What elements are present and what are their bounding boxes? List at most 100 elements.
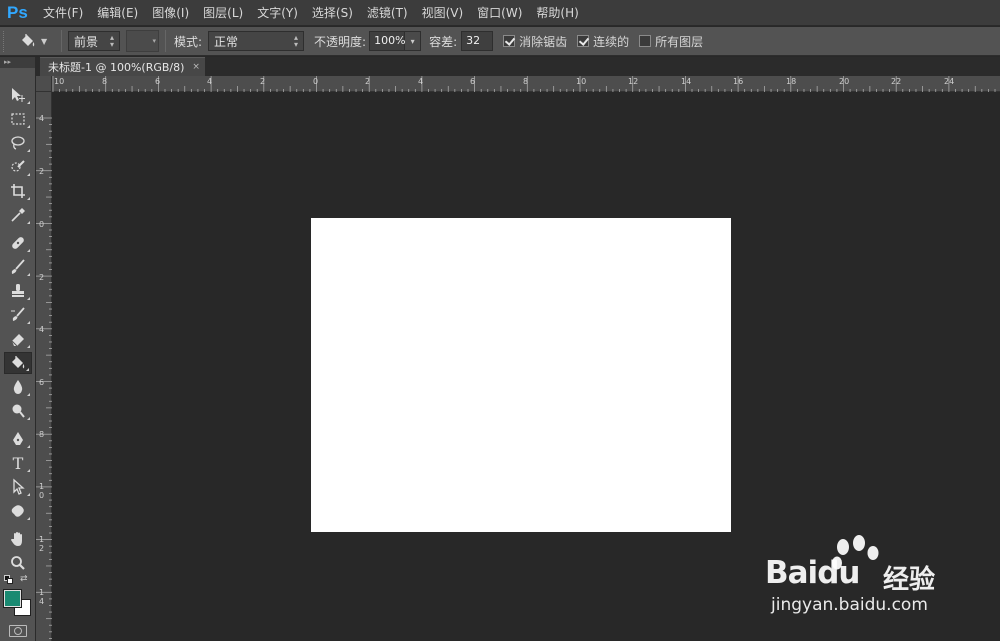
ruler-label: 4 — [39, 114, 45, 123]
menu-bar: Ps 文件(F) 编辑(E) 图像(I) 图层(L) 文字(Y) 选择(S) 滤… — [0, 0, 1000, 26]
type-tool[interactable]: T — [4, 452, 32, 474]
antialias-checkbox[interactable]: 消除锯齿 — [503, 33, 567, 50]
menu-help[interactable]: 帮助(H) — [529, 0, 585, 26]
history-brush-icon — [11, 307, 25, 321]
ruler-label: 22 — [891, 77, 902, 86]
quick-selection-tool[interactable] — [4, 156, 32, 178]
vertical-ruler[interactable]: 4 2 0 2 4 6 8 1 0 1 2 1 4 — [36, 92, 52, 641]
rectangular-marquee-icon — [11, 113, 25, 125]
ruler-label: 6 — [155, 77, 161, 86]
submenu-indicator — [27, 321, 30, 324]
menu-edit[interactable]: 编辑(E) — [90, 0, 145, 26]
tool-preset-picker[interactable]: ▼ — [19, 32, 55, 50]
pen-icon — [13, 432, 23, 445]
opacity-field[interactable]: 100% — [369, 31, 406, 51]
submenu-indicator — [27, 493, 30, 496]
move-tool[interactable] — [4, 84, 32, 106]
document-tab-title: 未标题-1 @ 100%(RGB/8) — [48, 61, 185, 74]
submenu-indicator — [27, 345, 30, 348]
menu-image[interactable]: 图像(I) — [145, 0, 196, 26]
default-colors-button[interactable] — [4, 575, 14, 585]
opacity-dropdown-button[interactable]: ▾ — [405, 31, 422, 51]
quick-mask-button[interactable] — [9, 625, 27, 637]
menu-layer[interactable]: 图层(L) — [196, 0, 250, 26]
clone-stamp-tool[interactable] — [4, 280, 32, 302]
crop-tool[interactable] — [4, 180, 32, 202]
brush-icon — [11, 259, 25, 274]
ruler-label: 14 — [681, 77, 692, 86]
all-layers-checkbox[interactable]: 所有图层 — [639, 33, 703, 50]
submenu-indicator — [27, 417, 30, 420]
submenu-indicator — [27, 445, 30, 448]
all-layers-check-box[interactable] — [639, 35, 652, 47]
blur-tool[interactable] — [4, 376, 32, 398]
hand-tool[interactable] — [4, 528, 32, 550]
submenu-indicator — [27, 273, 30, 276]
watermark-url: jingyan.baidu.com — [771, 595, 928, 615]
chevron-down-icon: ▼ — [41, 36, 48, 46]
document-tab[interactable]: 未标题-1 @ 100%(RGB/8) × — [40, 57, 205, 76]
quick-selection-icon — [11, 160, 25, 172]
marquee-tool[interactable] — [4, 108, 32, 130]
eyedropper-tool[interactable] — [4, 204, 32, 226]
foreground-color-swatch[interactable] — [3, 589, 22, 608]
antialias-check-box[interactable] — [503, 35, 516, 47]
bandage-icon — [12, 237, 24, 249]
submenu-indicator — [27, 249, 30, 252]
menu-type[interactable]: 文字(Y) — [250, 0, 305, 26]
watermark-brand-du: du — [817, 555, 860, 591]
all-layers-label: 所有图层 — [655, 34, 704, 49]
ruler-label: 4 — [39, 325, 45, 334]
antialias-label: 消除锯齿 — [519, 34, 568, 49]
submenu-indicator — [27, 469, 30, 472]
ruler-label: 0 — [39, 220, 45, 229]
watermark-brand: Baidu — [765, 555, 860, 591]
close-icon[interactable]: × — [192, 62, 200, 72]
healing-brush-tool[interactable] — [4, 232, 32, 254]
blend-mode-value: 正常 — [214, 34, 239, 49]
swap-colors-icon[interactable]: ⇄ — [20, 574, 28, 584]
zoom-tool[interactable] — [4, 552, 32, 574]
ruler-label: 8 — [523, 77, 529, 86]
submenu-indicator — [27, 221, 30, 224]
submenu-indicator — [27, 173, 30, 176]
pen-tool[interactable] — [4, 428, 32, 450]
document-canvas[interactable] — [311, 218, 731, 532]
menu-file[interactable]: 文件(F) — [36, 0, 90, 26]
ruler-label: 10 — [54, 77, 65, 86]
pattern-picker[interactable]: ▾ — [126, 30, 159, 52]
path-selection-tool[interactable] — [4, 476, 32, 498]
menu-filter[interactable]: 滤镜(T) — [360, 0, 415, 26]
custom-shape-tool[interactable] — [4, 500, 32, 522]
history-brush-tool[interactable] — [4, 304, 32, 326]
menu-view[interactable]: 视图(V) — [415, 0, 471, 26]
eraser-tool[interactable] — [4, 328, 32, 350]
submenu-indicator — [27, 149, 30, 152]
menu-window[interactable]: 窗口(W) — [470, 0, 529, 26]
horizontal-ruler[interactable]: 10 8 6 4 2 0 2 4 6 8 10 12 14 16 18 20 2… — [52, 76, 1000, 92]
ruler-origin[interactable] — [36, 76, 52, 92]
ruler-label: 8 — [39, 430, 45, 439]
submenu-indicator — [27, 393, 30, 396]
fill-source-select[interactable]: 前景 ▴ ▾ — [68, 31, 120, 51]
blend-mode-select[interactable]: 正常 ▴ ▾ — [208, 31, 305, 51]
lasso-tool[interactable] — [4, 132, 32, 154]
watermark-brand-bai: Bai — [765, 555, 818, 591]
contiguous-checkbox[interactable]: 连续的 — [577, 33, 629, 50]
paint-bucket-icon — [12, 356, 25, 369]
ruler-label: 1 0 — [39, 482, 45, 500]
contiguous-check-box[interactable] — [577, 35, 590, 47]
submenu-indicator — [26, 368, 29, 371]
options-bar-grip[interactable] — [3, 30, 9, 52]
paint-bucket-tool[interactable] — [4, 352, 32, 374]
ruler-label: 2 — [365, 77, 371, 86]
photoshop-window: Ps 文件(F) 编辑(E) 图像(I) 图层(L) 文字(Y) 选择(S) 滤… — [0, 0, 1000, 641]
stamp-icon — [12, 284, 24, 297]
ruler-label: 2 — [260, 77, 266, 86]
dodge-tool[interactable] — [4, 400, 32, 422]
ruler-label: 6 — [470, 77, 476, 86]
menu-select[interactable]: 选择(S) — [305, 0, 360, 26]
tolerance-field[interactable]: 32 — [461, 31, 494, 51]
toolbox-collapse[interactable]: ▸▸ — [0, 57, 35, 68]
brush-tool[interactable] — [4, 256, 32, 278]
